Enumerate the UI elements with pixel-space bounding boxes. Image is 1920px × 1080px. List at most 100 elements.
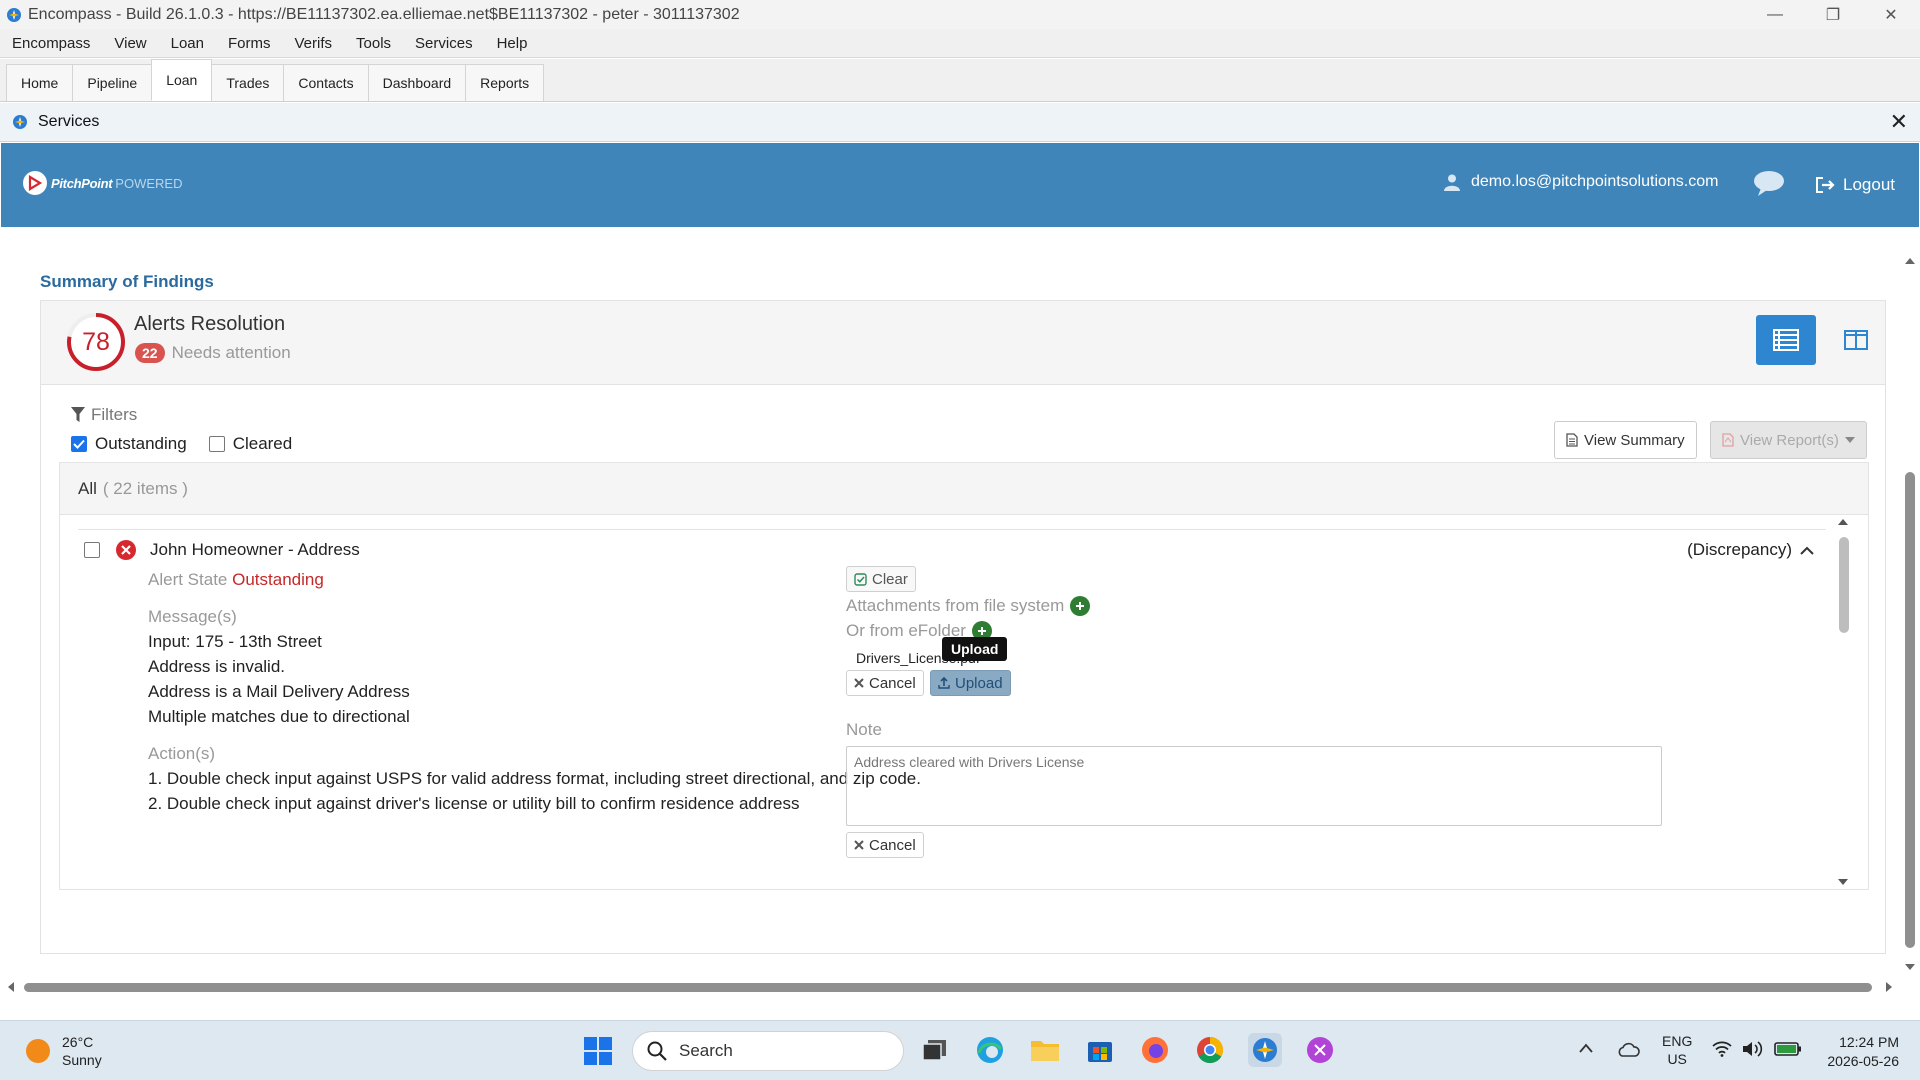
volume-icon[interactable] bbox=[1742, 1040, 1764, 1058]
page-scroll-up-icon[interactable] bbox=[1901, 254, 1919, 266]
menu-forms[interactable]: Forms bbox=[216, 35, 283, 52]
window-title: Encompass - Build 26.1.0.3 - https://BE1… bbox=[28, 5, 740, 23]
outstanding-label: Outstanding bbox=[95, 434, 187, 453]
logout-label: Logout bbox=[1843, 175, 1895, 194]
restore-button[interactable]: ❐ bbox=[1804, 0, 1862, 29]
alert-title[interactable]: John Homeowner - Address bbox=[150, 540, 360, 560]
outstanding-checkbox[interactable] bbox=[71, 436, 87, 452]
windows-start-icon[interactable] bbox=[584, 1037, 612, 1065]
scroll-down-arrow-icon[interactable] bbox=[1836, 877, 1850, 887]
menu-services[interactable]: Services bbox=[403, 35, 485, 52]
logout-icon bbox=[1816, 177, 1835, 193]
tab-trades[interactable]: Trades bbox=[211, 64, 285, 101]
weather-condition: Sunny bbox=[62, 1052, 102, 1068]
menu-encompass[interactable]: Encompass bbox=[0, 35, 102, 52]
tab-pipeline[interactable]: Pipeline bbox=[72, 64, 153, 101]
battery-icon[interactable] bbox=[1774, 1041, 1802, 1057]
view-summary-label: View Summary bbox=[1584, 431, 1685, 449]
column-view-button[interactable] bbox=[1831, 315, 1881, 365]
view-reports-label: View Report(s) bbox=[1740, 431, 1839, 449]
microsoft-store-icon[interactable] bbox=[1083, 1033, 1117, 1067]
cleared-checkbox[interactable] bbox=[208, 436, 225, 452]
services-close-button[interactable]: ✕ bbox=[1890, 111, 1908, 133]
close-window-button[interactable]: ✕ bbox=[1862, 0, 1920, 29]
user-icon bbox=[1444, 174, 1460, 191]
alert-state-row: Alert State Outstanding bbox=[148, 570, 324, 590]
upload-tooltip: Upload bbox=[942, 637, 1008, 661]
view-summary-button[interactable]: View Summary bbox=[1554, 421, 1697, 459]
encompass-app-icon bbox=[7, 7, 21, 22]
findings-panel: 78 Alerts Resolution 22 Needs attention … bbox=[40, 300, 1886, 954]
panel-header: 78 Alerts Resolution 22 Needs attention bbox=[41, 301, 1885, 385]
menu-loan[interactable]: Loan bbox=[159, 35, 216, 52]
brand-name: PitchPoint bbox=[51, 175, 113, 191]
filters-label: Filters bbox=[91, 405, 138, 424]
clear-label: Clear bbox=[872, 570, 908, 588]
note-label: Note bbox=[846, 720, 882, 739]
error-icon bbox=[116, 540, 136, 560]
tab-dashboard[interactable]: Dashboard bbox=[367, 64, 467, 101]
clear-button[interactable]: Clear bbox=[846, 566, 916, 592]
page-horizontal-scrollbar[interactable] bbox=[0, 978, 1900, 996]
window-title-bar: Encompass - Build 26.1.0.3 - https://BE1… bbox=[0, 0, 1920, 29]
file-explorer-icon[interactable] bbox=[1028, 1033, 1062, 1067]
page-scroll-down-icon[interactable] bbox=[1901, 962, 1919, 974]
weather-widget[interactable]: 26°C Sunny bbox=[26, 1033, 102, 1069]
page-vertical-scroll-thumb[interactable] bbox=[1905, 472, 1915, 948]
alert-type-toggle[interactable]: (Discrepancy) bbox=[1687, 540, 1814, 560]
encompass-taskbar-icon[interactable] bbox=[1248, 1033, 1282, 1067]
close-icon bbox=[854, 840, 864, 850]
view-reports-button[interactable]: View Report(s) bbox=[1710, 421, 1867, 459]
menu-help[interactable]: Help bbox=[485, 35, 540, 52]
chat-bubble-icon[interactable] bbox=[1753, 169, 1785, 197]
list-scrollbar[interactable] bbox=[1836, 515, 1850, 889]
note-cancel-label: Cancel bbox=[869, 836, 916, 854]
note-cancel-button[interactable]: Cancel bbox=[846, 832, 924, 858]
upload-cancel-button[interactable]: Cancel bbox=[846, 670, 924, 696]
alert-select-checkbox[interactable] bbox=[84, 542, 100, 558]
page-vertical-scrollbar[interactable] bbox=[1901, 250, 1919, 978]
chevron-up-icon[interactable] bbox=[1579, 1043, 1593, 1053]
alert-state-value: Outstanding bbox=[232, 570, 324, 589]
tab-loan[interactable]: Loan bbox=[151, 59, 213, 101]
onedrive-cloud-icon[interactable] bbox=[1616, 1041, 1640, 1057]
tab-contacts[interactable]: Contacts bbox=[283, 64, 369, 101]
snipping-tool-icon[interactable] bbox=[1303, 1033, 1337, 1067]
chevron-up-icon bbox=[1800, 546, 1814, 555]
menu-tools[interactable]: Tools bbox=[344, 35, 403, 52]
menu-verifs[interactable]: Verifs bbox=[283, 35, 345, 52]
edge-browser-icon[interactable] bbox=[973, 1033, 1007, 1067]
message-line: Multiple matches due to directional bbox=[148, 707, 410, 726]
input-language[interactable]: ENG US bbox=[1662, 1032, 1692, 1068]
firefox-icon[interactable] bbox=[1138, 1033, 1172, 1067]
clock-time: 12:24 PM bbox=[1839, 1034, 1899, 1050]
list-view-icon bbox=[1773, 329, 1799, 351]
page-scroll-right-icon[interactable] bbox=[1882, 978, 1896, 996]
page-horizontal-scroll-thumb[interactable] bbox=[24, 983, 1872, 992]
task-view-icon[interactable] bbox=[918, 1033, 952, 1067]
actions-label: Action(s) bbox=[148, 744, 216, 763]
system-clock[interactable]: 12:24 PM 2026-05-26 bbox=[1815, 1033, 1899, 1071]
upload-button[interactable]: Upload bbox=[930, 670, 1011, 696]
chrome-icon[interactable] bbox=[1193, 1033, 1227, 1067]
tab-reports[interactable]: Reports bbox=[465, 64, 545, 101]
message-line: Input: 175 - 13th Street bbox=[148, 632, 322, 651]
panel-title: Alerts Resolution bbox=[134, 313, 286, 335]
minimize-button[interactable]: — bbox=[1746, 0, 1804, 29]
scroll-up-arrow-icon[interactable] bbox=[1836, 517, 1850, 527]
wifi-icon[interactable] bbox=[1712, 1041, 1732, 1057]
add-attachment-icon[interactable] bbox=[1070, 596, 1091, 616]
list-scrollbar-thumb[interactable] bbox=[1839, 537, 1849, 633]
tab-home[interactable]: Home bbox=[6, 64, 74, 101]
logout-button[interactable]: Logout bbox=[1815, 175, 1895, 195]
filters-header: Filters bbox=[71, 405, 137, 425]
note-textarea[interactable]: Address cleared with Drivers License bbox=[846, 746, 1662, 826]
message-line: Address is invalid. bbox=[148, 657, 286, 676]
section-title: Summary of Findings bbox=[40, 272, 214, 291]
menu-view[interactable]: View bbox=[102, 35, 158, 52]
page-scroll-left-icon[interactable] bbox=[4, 978, 18, 996]
list-all-label: All bbox=[78, 478, 97, 498]
user-account[interactable]: demo.los@pitchpointsolutions.com bbox=[1443, 173, 1718, 191]
taskbar-search[interactable]: Search bbox=[632, 1031, 904, 1071]
list-view-button[interactable] bbox=[1756, 315, 1816, 365]
